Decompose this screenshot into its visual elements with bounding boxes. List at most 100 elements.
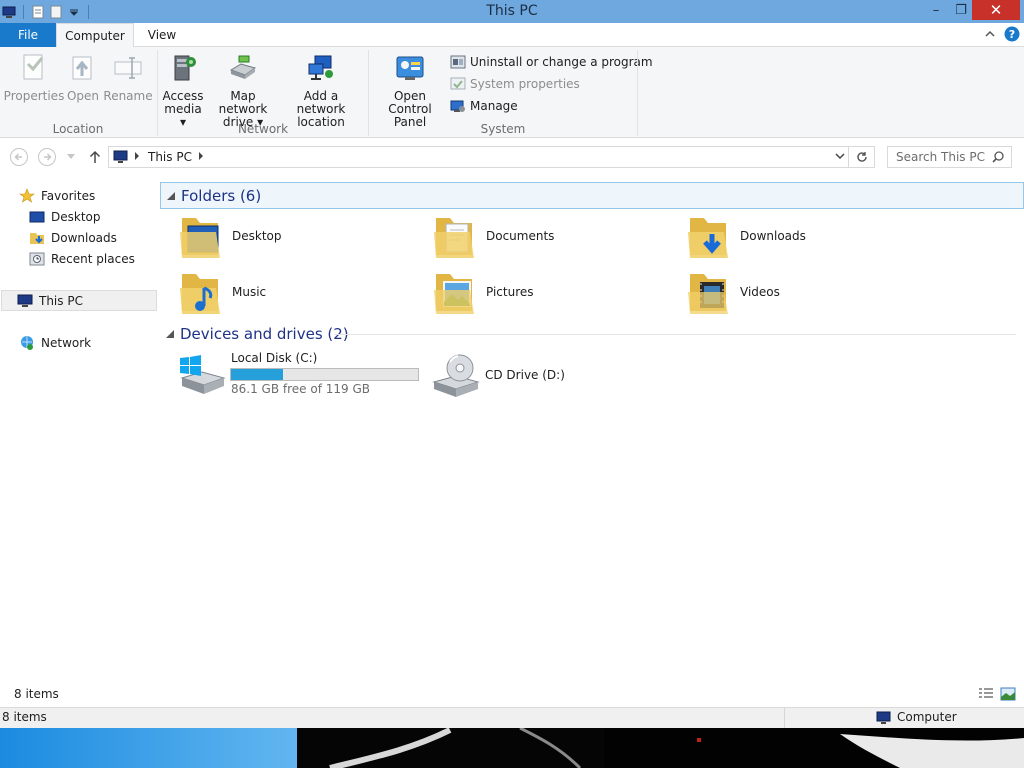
details-status-bar: 8 items Computer — [0, 707, 1024, 728]
svg-text:?: ? — [1009, 28, 1015, 41]
properties-icon — [18, 52, 50, 84]
folder-documents[interactable]: Documents — [432, 210, 662, 262]
nav-this-pc[interactable]: This PC — [1, 290, 157, 311]
network-icon — [19, 335, 35, 351]
folder-videos[interactable]: Videos — [686, 266, 916, 318]
drive-c-usage-fill — [231, 369, 284, 380]
documents-folder-icon — [432, 212, 476, 260]
drive-c-usage-bar — [230, 368, 419, 381]
desktop-wallpaper — [0, 728, 1024, 768]
folder-desktop[interactable]: Desktop — [178, 210, 408, 262]
tab-file[interactable]: File — [0, 23, 56, 47]
recent-places-icon — [29, 251, 45, 267]
address-bar[interactable]: This PC — [108, 146, 849, 168]
group-label-system: System — [480, 122, 526, 136]
windows-drive-icon — [176, 354, 226, 396]
nav-recent-places[interactable]: Recent places — [29, 249, 135, 269]
collapse-triangle-icon[interactable] — [166, 330, 174, 338]
downloads-folder-icon — [686, 212, 730, 260]
tab-view[interactable]: View — [134, 23, 190, 47]
search-placeholder: Search This PC — [896, 150, 985, 164]
add-network-location-button[interactable]: Add a network location — [280, 52, 362, 129]
separator — [784, 708, 785, 728]
search-icon[interactable] — [992, 151, 1004, 163]
group-divider-line — [334, 334, 1016, 335]
large-icons-view-icon[interactable] — [1000, 686, 1016, 702]
nav-favorites[interactable]: Favorites — [19, 186, 95, 206]
separator — [23, 4, 24, 19]
customize-qat-chevron-icon[interactable] — [67, 5, 81, 19]
status-bar: 8 items — [0, 686, 1024, 704]
collapse-triangle-icon[interactable] — [167, 191, 175, 200]
item-count: 8 items — [14, 687, 59, 701]
up-button[interactable] — [84, 146, 106, 168]
computer-icon[interactable] — [2, 5, 16, 19]
breadcrumb-this-pc[interactable]: This PC — [148, 150, 192, 164]
minimize-button[interactable]: – — [922, 0, 950, 20]
location-label: Computer — [897, 710, 957, 724]
tab-computer[interactable]: Computer — [56, 23, 134, 48]
drive-c-name: Local Disk (C:) — [231, 351, 318, 365]
map-network-drive-button[interactable]: Map network drive ▾ — [207, 52, 279, 129]
videos-folder-icon — [686, 268, 730, 316]
music-folder-icon — [178, 268, 222, 316]
drive-d-name: CD Drive (D:) — [485, 368, 565, 382]
open-button[interactable]: Open — [64, 52, 102, 103]
folder-pictures[interactable]: Pictures — [432, 266, 662, 318]
desktop-folder-icon — [178, 212, 222, 260]
back-button[interactable] — [8, 146, 30, 168]
rename-icon — [112, 52, 144, 84]
quick-access-toolbar — [0, 0, 92, 23]
rename-button[interactable]: Rename — [103, 52, 153, 103]
devices-group-header[interactable]: Devices and drives (2) — [166, 324, 349, 344]
downloads-icon — [29, 230, 45, 246]
manage-icon — [450, 98, 466, 114]
drive-d[interactable]: CD Drive (D:) — [430, 350, 630, 400]
details-view-icon[interactable] — [978, 687, 994, 701]
uninstall-icon — [450, 54, 466, 70]
nav-desktop[interactable]: Desktop — [29, 207, 101, 227]
open-control-panel-button[interactable]: Open Control Panel — [372, 52, 448, 129]
new-folder-icon[interactable] — [49, 5, 63, 19]
search-box[interactable]: Search This PC — [887, 146, 1012, 168]
refresh-button[interactable] — [849, 146, 875, 168]
bottom-item-count: 8 items — [2, 710, 47, 724]
collapse-ribbon-icon[interactable] — [984, 28, 996, 40]
desktop-strip — [0, 728, 1024, 768]
nav-downloads[interactable]: Downloads — [29, 228, 117, 248]
help-icon[interactable]: ? — [1004, 26, 1020, 42]
properties-button[interactable]: Properties — [4, 52, 64, 103]
folder-downloads[interactable]: Downloads — [686, 210, 916, 262]
group-label-network: Network — [237, 122, 289, 136]
restore-button[interactable]: ❐ — [950, 0, 972, 20]
system-properties-icon — [450, 76, 466, 92]
manage-button[interactable]: Manage — [450, 97, 518, 115]
recent-locations-chevron-icon[interactable] — [62, 146, 80, 168]
forward-button[interactable] — [36, 146, 58, 168]
computer-icon — [17, 293, 33, 309]
cd-drive-icon — [430, 352, 482, 398]
star-icon — [19, 188, 35, 204]
uninstall-program-button[interactable]: Uninstall or change a program — [450, 53, 653, 71]
system-properties-button[interactable]: System properties — [450, 75, 580, 93]
access-media-button[interactable]: Access media ▾ — [160, 52, 206, 129]
network-drive-icon — [227, 52, 259, 84]
network-location-icon — [305, 52, 337, 84]
desktop-icon — [29, 209, 45, 225]
drive-c[interactable]: Local Disk (C:) 86.1 GB free of 119 GB — [176, 350, 422, 400]
window-title: This PC — [486, 3, 538, 19]
folder-music[interactable]: Music — [178, 266, 408, 318]
folders-group-header[interactable]: Folders (6) — [160, 182, 1024, 209]
drive-c-free-space: 86.1 GB free of 119 GB — [231, 382, 370, 396]
breadcrumb-separator-icon[interactable] — [134, 151, 140, 161]
properties-icon[interactable] — [31, 5, 45, 19]
media-server-icon — [167, 52, 199, 84]
address-history-chevron-icon[interactable] — [835, 153, 845, 161]
pictures-folder-icon — [432, 268, 476, 316]
separator — [88, 4, 89, 19]
computer-icon — [876, 711, 892, 725]
breadcrumb-separator-icon[interactable] — [198, 151, 204, 161]
control-panel-icon — [394, 52, 426, 84]
nav-network[interactable]: Network — [19, 333, 91, 353]
close-button[interactable]: ✕ — [972, 0, 1020, 20]
